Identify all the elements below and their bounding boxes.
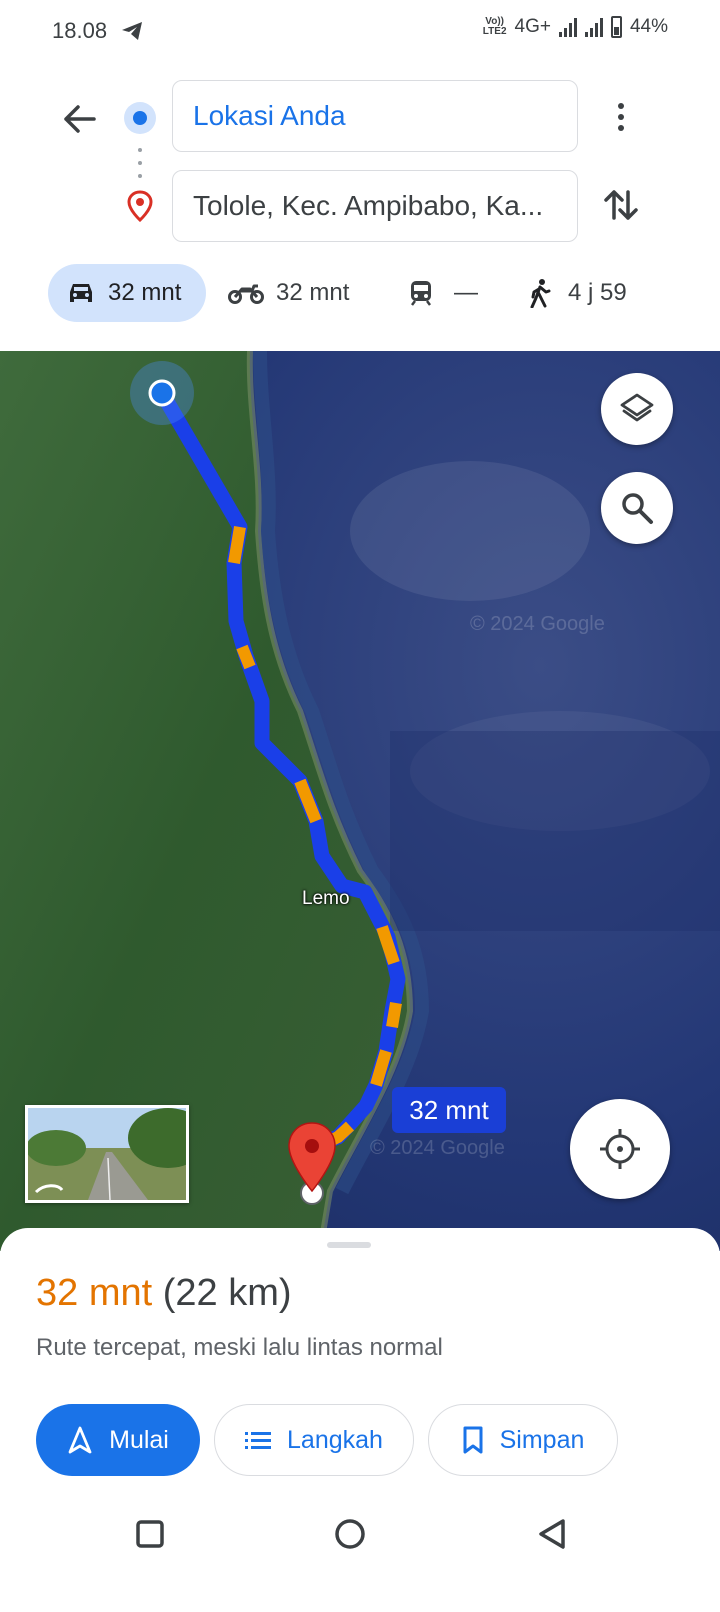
battery-icon	[610, 16, 622, 38]
home-circle-icon	[335, 1519, 365, 1549]
recents-icon	[136, 1520, 164, 1548]
route-distance: (22 km)	[162, 1272, 292, 1314]
travel-modes: 32 mnt 32 mnt — 4 j 59	[0, 264, 720, 324]
status-time: 18.08	[52, 18, 108, 43]
my-location-button[interactable]	[570, 1099, 670, 1199]
map-watermark: © 2024 Google	[470, 613, 605, 635]
volte-icon: Vo)) LTE2	[482, 16, 507, 37]
layers-button[interactable]	[601, 373, 673, 445]
start-button-label: Mulai	[109, 1425, 169, 1454]
list-icon	[245, 1432, 272, 1449]
search-along-route-button[interactable]	[601, 472, 673, 544]
back-triangle-icon	[539, 1519, 565, 1549]
street-view-image	[28, 1108, 186, 1200]
save-button-label: Simpan	[499, 1425, 585, 1454]
destination-pin-icon	[127, 190, 153, 222]
route-summary: 32 mnt (22 km)	[36, 1272, 292, 1315]
place-label-lemo[interactable]: Lemo	[302, 888, 350, 910]
car-icon	[70, 284, 92, 302]
origin-dot-icon	[124, 102, 156, 134]
mode-walk-label: 4 j 59	[568, 279, 627, 306]
home-button[interactable]	[330, 1514, 370, 1554]
signal-icon-1	[558, 17, 577, 37]
origin-field[interactable]: Lokasi Anda	[172, 80, 578, 152]
sheet-drag-handle[interactable]	[327, 1242, 371, 1248]
map-view[interactable]: © 2024 Google © 2024 Google Lemo 32 mnt	[0, 351, 720, 1251]
navigation-arrow-icon	[68, 1426, 92, 1454]
bookmark-icon	[463, 1426, 483, 1454]
signal-icon-2	[584, 17, 603, 37]
back-nav-button[interactable]	[532, 1514, 572, 1554]
street-view-thumbnail[interactable]	[25, 1105, 189, 1203]
mode-motorcycle-label: 32 mnt	[276, 279, 350, 306]
steps-button[interactable]: Langkah	[214, 1404, 414, 1476]
layers-icon	[620, 393, 654, 422]
route-description: Rute tercepat, meski lalu lintas normal	[36, 1334, 443, 1361]
status-bar: 18.08 Vo)) LTE2 4G+ 44%	[0, 0, 720, 62]
route-time-label[interactable]: 32 mnt	[392, 1087, 506, 1133]
mode-walk[interactable]: 4 j 59	[528, 264, 627, 322]
save-button[interactable]: Simpan	[428, 1404, 618, 1476]
swap-icon	[604, 190, 638, 220]
destination-field[interactable]: Tolole, Kec. Ampibabo, Ka...	[172, 170, 578, 242]
more-options-button[interactable]	[604, 96, 638, 138]
mode-motorcycle[interactable]: 32 mnt	[228, 264, 349, 322]
motorcycle-icon	[228, 284, 264, 304]
walk-icon	[530, 279, 551, 308]
mode-car[interactable]: 32 mnt	[48, 264, 206, 322]
mode-transit-label: —	[454, 279, 478, 306]
mode-car-label: 32 mnt	[108, 279, 182, 306]
search-icon	[622, 493, 653, 524]
mode-transit[interactable]: —	[408, 264, 478, 322]
system-navigation-bar	[0, 1490, 720, 1570]
swap-button[interactable]	[600, 184, 642, 226]
battery-percent: 44%	[629, 16, 668, 37]
recents-button[interactable]	[130, 1514, 170, 1554]
train-icon	[411, 281, 431, 306]
route-duration: 32 mnt	[36, 1272, 153, 1314]
telegram-icon	[122, 22, 142, 40]
network-type: 4G+	[514, 16, 551, 37]
status-indicators: Vo)) LTE2 4G+ 44%	[483, 16, 668, 38]
back-button[interactable]	[56, 96, 102, 142]
start-button[interactable]: Mulai	[36, 1404, 200, 1476]
route-connector-dots	[138, 148, 142, 178]
my-location-icon	[600, 1129, 640, 1169]
steps-button-label: Langkah	[287, 1425, 383, 1454]
current-location-icon	[148, 379, 176, 407]
arrow-left-icon	[64, 105, 96, 133]
map-watermark-2: © 2024 Google	[370, 1137, 505, 1159]
